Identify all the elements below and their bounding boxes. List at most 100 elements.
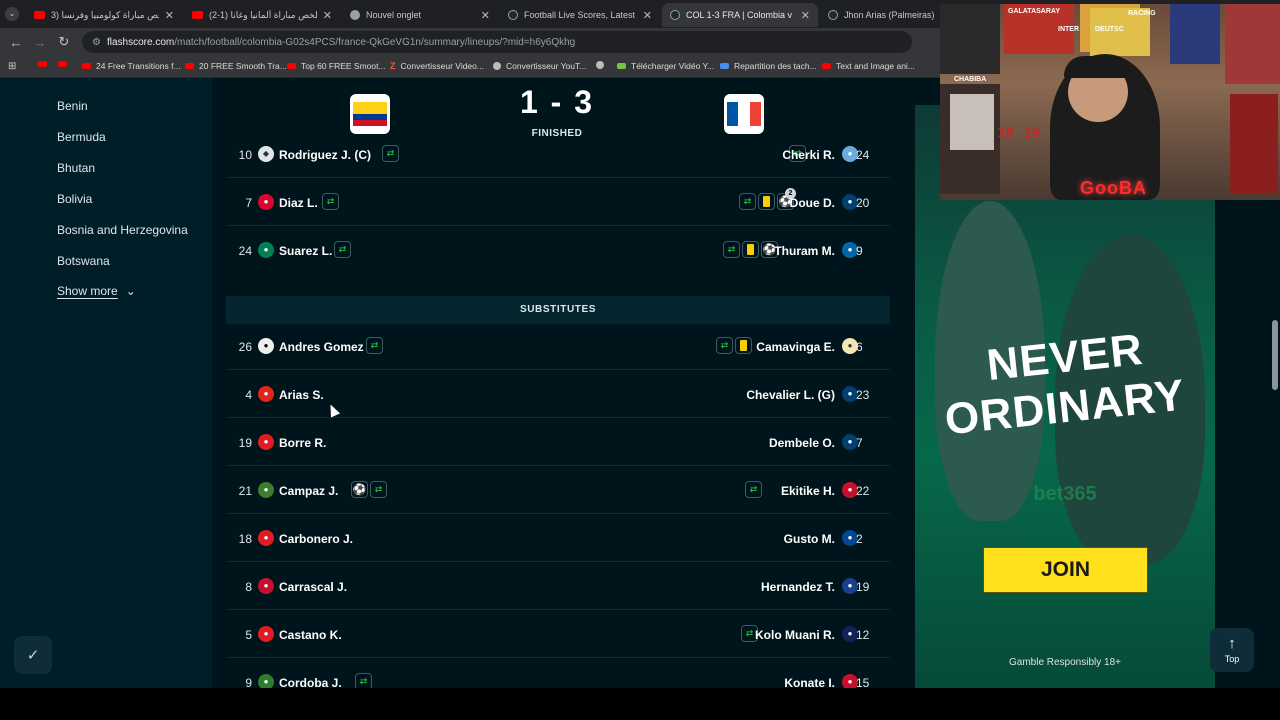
away-player-name[interactable]: Thuram M. [774,244,835,258]
away-player-name[interactable]: Chevalier L. (G) [746,388,835,402]
youtube-icon [82,63,91,69]
event-icons: ⇄ [382,145,399,162]
bookmark-label: Télécharger Vidéo Y... [631,61,715,71]
bookmark-2[interactable]: 20 FREE Smooth Tra... [185,61,287,71]
tab-title: COL 1-3 FRA | Colombia v Franc [686,10,795,20]
globe-icon [596,61,604,69]
close-icon[interactable]: ✕ [643,9,652,22]
show-more-button[interactable]: Show more ⌄ [57,284,136,298]
tab-search-icon[interactable]: ⌄ [5,7,19,21]
away-player-name[interactable]: Cherki R. [782,148,835,162]
country-link[interactable]: Bolivia [57,192,92,206]
home-player-name[interactable]: Rodriguez J. (C) [279,148,371,162]
tab-1[interactable]: ملخص مباراة كولومبيا وفرنسا (3- ✕ [26,3,182,27]
club-crest-icon: ● [258,338,274,354]
scrollbar-thumb[interactable] [1272,320,1278,390]
youtube-icon [192,11,203,19]
home-shirt-number: 18 [238,532,252,546]
bookmark-7[interactable]: Repartition des tach... [720,61,817,71]
reload-icon[interactable]: ↻ [52,34,76,50]
close-icon[interactable]: ✕ [165,9,174,22]
home-player-name[interactable]: Carrascal J. [279,580,347,594]
flashscore-icon [670,10,680,20]
bottom-black-strip [0,688,1280,720]
colombia-flag-icon[interactable] [350,94,390,134]
lineup-row: 19 ● Borre R. Dembele O. ● 7 [226,422,890,466]
scroll-to-top-button[interactable]: ↑ Top [1210,628,1254,672]
home-player-name[interactable]: Arias S. [279,388,324,402]
wall-poster [1225,4,1280,84]
tab-3[interactable]: Nouvel onglet ✕ [342,3,498,27]
club-crest-icon: ● [258,434,274,450]
bookmark-globe[interactable] [596,61,609,69]
site-info-icon[interactable]: ⚙ [92,37,101,48]
substitution-icon: ⇄ [382,145,399,162]
country-link[interactable]: Bosnia and Herzegovina [57,223,188,237]
tab-title: Jhon Arias (Palmeiras) Stats [844,10,937,20]
country-link[interactable]: Benin [57,99,88,113]
bookmark-1[interactable]: 24 Free Transitions f... [82,61,181,71]
away-player-name[interactable]: Camavinga E. [756,340,835,354]
tab-2[interactable]: ملخص مباراة ألمانيا وغانا (1-2) ✕ [184,3,340,27]
substitution-icon: ⇄ [716,337,733,354]
away-shirt-number: 9 [856,244,863,258]
event-icons: ⇄ ⚽ 2 [739,188,796,210]
apps-grid-icon[interactable]: ⊞ [8,61,16,72]
event-icons: ⚽ ⇄ [351,481,387,498]
home-player-name[interactable]: Andres Gomez [279,340,364,354]
goal-ball-icon: ⚽ [351,481,368,498]
home-player-name[interactable]: Carbonero J. [279,532,353,546]
home-shirt-number: 5 [245,628,252,642]
away-player-name[interactable]: Dembele O. [769,436,835,450]
home-shirt-number: 26 [238,340,252,354]
away-player-name[interactable]: Kolo Muani R. [755,628,835,642]
back-icon[interactable]: ← [4,35,28,50]
lineup-row: 24 ● Suarez L. ⇄ ⇄ ⚽ Thuram M. ● 9 [226,230,890,274]
country-link[interactable]: Bhutan [57,161,95,175]
close-icon[interactable]: ✕ [481,9,490,22]
substitution-icon: ⇄ [370,481,387,498]
tab-5-active[interactable]: COL 1-3 FRA | Colombia v Franc ✕ [662,3,818,27]
lineup-row: 4 ● Arias S. Chevalier L. (G) ● 23 [226,374,890,418]
home-player-name[interactable]: Campaz J. [279,484,338,498]
home-player-name[interactable]: Suarez L. [279,244,332,258]
youtube-icon [34,11,45,19]
flashscore-icon [508,10,518,20]
bookmark-youtube[interactable] [38,61,52,67]
away-player-name[interactable]: Doue D. [790,196,835,210]
home-player-name[interactable]: Diaz L. [279,196,318,210]
url-field[interactable]: ⚙ flashscore.com/match/football/colombia… [82,31,912,53]
jersey-image [950,94,994,150]
ad-disclaimer: Gamble Responsibly 18+ [1008,657,1121,668]
bookmark-youtube[interactable] [58,61,72,67]
close-icon[interactable]: ✕ [323,9,332,22]
away-player-name[interactable]: Hernandez T. [761,580,835,594]
home-player-name[interactable]: Castano K. [279,628,342,642]
bookmark-6[interactable]: Télécharger Vidéo Y... [617,61,714,71]
france-flag-icon[interactable] [724,94,764,134]
away-player-name[interactable]: Gusto M. [784,532,835,546]
away-player-name[interactable]: Ekitike H. [781,484,835,498]
bookmark-4[interactable]: Z Convertisseur Video... [390,61,484,71]
tab-4[interactable]: Football Live Scores, Latest Foo ✕ [500,3,660,27]
bookmark-label: Convertisseur YouT... [506,61,587,71]
tab-6[interactable]: Jhon Arias (Palmeiras) Stats [820,3,945,27]
forward-icon[interactable]: → [28,35,52,50]
country-link[interactable]: Bermuda [57,130,106,144]
bookmark-3[interactable]: Top 60 FREE Smoot... [287,61,386,71]
shield-check-icon[interactable]: ✓ [14,636,52,674]
bookmark-8[interactable]: Text and Image ani... [822,61,915,71]
substitution-icon: ⇄ [366,337,383,354]
country-link[interactable]: Botswana [57,254,110,268]
lineup-row: 18 ● Carbonero J. Gusto M. ● 2 [226,518,890,562]
home-player-name[interactable]: Borre R. [279,436,326,450]
poster-text: INTER [1058,26,1079,33]
lineup-row: 10 ◆ Rodriguez J. (C) ⇄ ⇄ Cherki R. ● 24 [226,134,890,178]
close-icon[interactable]: ✕ [801,9,810,22]
club-crest-icon: ● [258,530,274,546]
bookmark-5[interactable]: Convertisseur YouT... [493,61,586,71]
away-shirt-number: 6 [856,340,863,354]
globe-icon [350,10,360,20]
ad-join-button[interactable]: JOIN [983,547,1148,593]
home-shirt-number: 24 [238,244,252,258]
